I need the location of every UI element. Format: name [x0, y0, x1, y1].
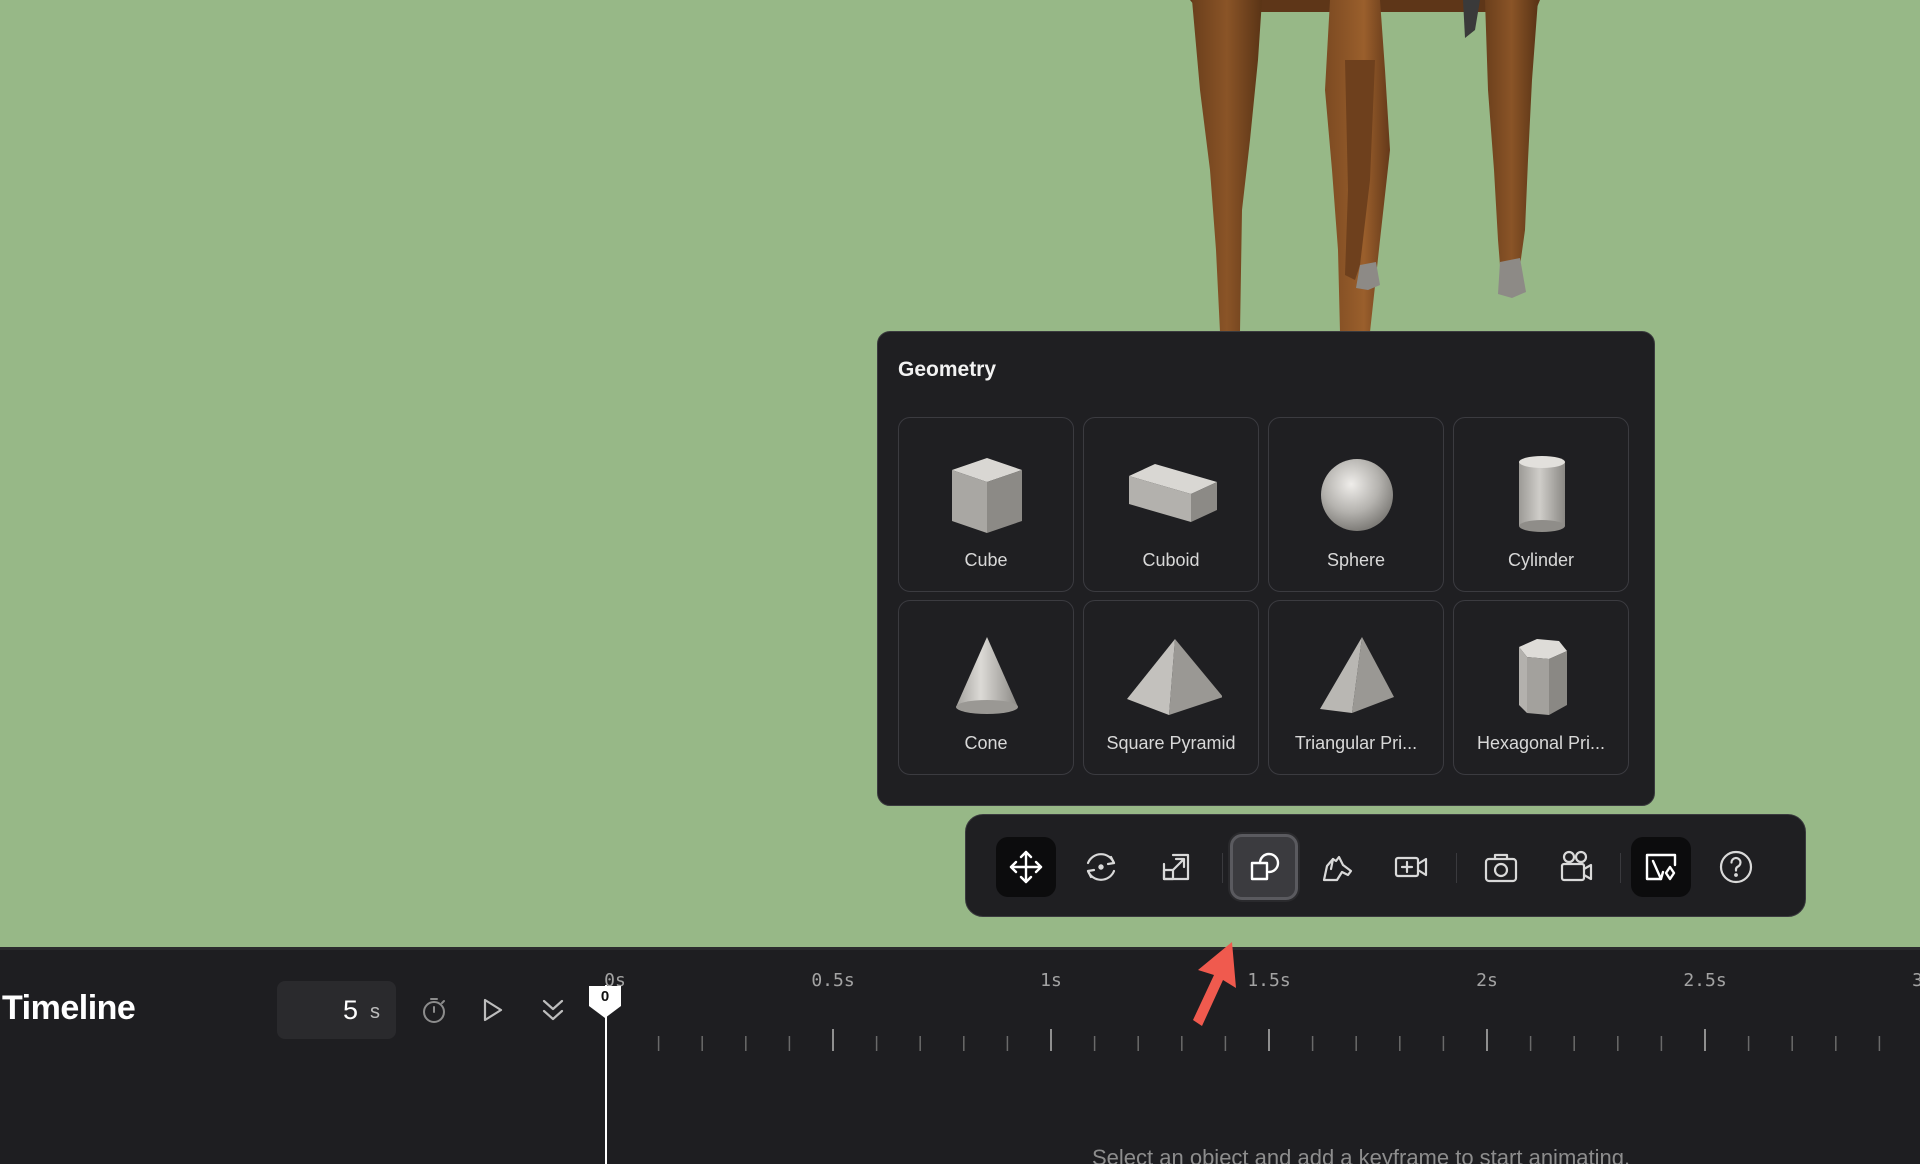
- geometry-item-label: Square Pyramid: [1106, 733, 1236, 753]
- ai-edit-icon: [1645, 853, 1677, 881]
- timeline-tick-label: 2.5s: [1683, 970, 1727, 991]
- timeline-tick-label: 1s: [1040, 970, 1062, 991]
- timeline-tick-label: 1.5s: [1247, 970, 1291, 991]
- geometry-item-cylinder[interactable]: Cylinder: [1453, 417, 1629, 592]
- toolbar-separator: [1620, 853, 1621, 883]
- help-icon: [1719, 850, 1753, 884]
- cone-icon: [956, 637, 1018, 714]
- ai-edit-button[interactable]: [1631, 837, 1691, 897]
- geometry-item-label: Hexagonal Pri...: [1476, 733, 1606, 753]
- geometry-item-label: Cuboid: [1142, 550, 1200, 570]
- geometry-item-label: Cube: [964, 550, 1008, 570]
- sphere-icon: [1321, 459, 1393, 531]
- bottom-toolbar: [965, 814, 1806, 917]
- move-tool-button[interactable]: [996, 837, 1056, 897]
- add-model-icon: [1322, 855, 1353, 882]
- geometry-item-sphere[interactable]: Sphere: [1268, 417, 1444, 592]
- geometry-item-label: Triangular Pri...: [1294, 733, 1418, 753]
- timeline-tick-label: 2s: [1476, 970, 1498, 991]
- geometry-item-cube[interactable]: Cube: [898, 417, 1074, 592]
- add-shape-button[interactable]: [1230, 834, 1298, 900]
- toolbar-separator: [1456, 853, 1457, 883]
- timeline-panel: Timeline 5 s 0s0.5s1s1.5s2s2.5s3s 0 Sele…: [0, 947, 1920, 1164]
- duration-unit: s: [370, 1001, 380, 1023]
- timeline-tick-label: 0.5s: [811, 970, 855, 991]
- add-camera-icon: [1394, 856, 1428, 878]
- geometry-panel-title: Geometry: [898, 358, 997, 381]
- geometry-item-label: Cone: [964, 733, 1008, 753]
- duration-value: 5: [342, 995, 358, 1025]
- geometry-item-square-pyramid[interactable]: Square Pyramid: [1083, 600, 1259, 775]
- play-icon[interactable]: [476, 994, 508, 1026]
- rotate-tool-button[interactable]: [1071, 837, 1131, 897]
- square-pyramid-icon: [1127, 639, 1222, 715]
- triangular-prism-icon: [1320, 637, 1394, 713]
- screenshot-icon: [1484, 853, 1518, 883]
- scale-icon: [1162, 853, 1190, 881]
- stopwatch-icon[interactable]: [418, 994, 450, 1026]
- geometry-grid: Cube Cuboid Sphere Cylinder Cone Square …: [898, 417, 1629, 775]
- collapse-icon[interactable]: [537, 994, 569, 1026]
- move-icon: [1009, 850, 1043, 884]
- screenshot-button[interactable]: [1471, 837, 1531, 897]
- scale-tool-button[interactable]: [1146, 837, 1206, 897]
- geometry-item-hexagonal-prism[interactable]: Hexagonal Pri...: [1453, 600, 1629, 775]
- record-button[interactable]: [1546, 837, 1606, 897]
- timeline-tick-label: 3s: [1912, 970, 1920, 991]
- geometry-panel: Geometry Cube Cuboid Sphere Cylinder Con…: [877, 331, 1655, 806]
- rotate-icon: [1086, 853, 1116, 881]
- timeline-title: Timeline: [2, 989, 136, 1027]
- pointer-arrow-annotation: [1193, 942, 1236, 1026]
- record-icon: [1560, 850, 1593, 882]
- add-model-button[interactable]: [1306, 837, 1366, 897]
- timeline-empty-hint: Select an object and add a keyframe to s…: [1092, 1145, 1631, 1164]
- add-shape-icon: [1250, 852, 1280, 881]
- cube-icon: [952, 458, 1022, 533]
- hexagonal-prism-icon: [1519, 639, 1567, 715]
- toolbar-separator: [1222, 853, 1223, 883]
- horse-model[interactable]: [1180, 0, 1560, 332]
- geometry-item-label: Cylinder: [1507, 550, 1575, 570]
- geometry-item-label: Sphere: [1326, 550, 1386, 570]
- cylinder-icon: [1519, 456, 1565, 532]
- geometry-item-cone[interactable]: Cone: [898, 600, 1074, 775]
- playhead-value: 0: [600, 988, 610, 1005]
- cuboid-icon: [1129, 464, 1217, 522]
- help-button[interactable]: [1706, 837, 1766, 897]
- add-camera-button[interactable]: [1381, 837, 1441, 897]
- duration-input[interactable]: 5 s: [277, 981, 396, 1039]
- geometry-item-cuboid[interactable]: Cuboid: [1083, 417, 1259, 592]
- geometry-item-triangular-prism[interactable]: Triangular Pri...: [1268, 600, 1444, 775]
